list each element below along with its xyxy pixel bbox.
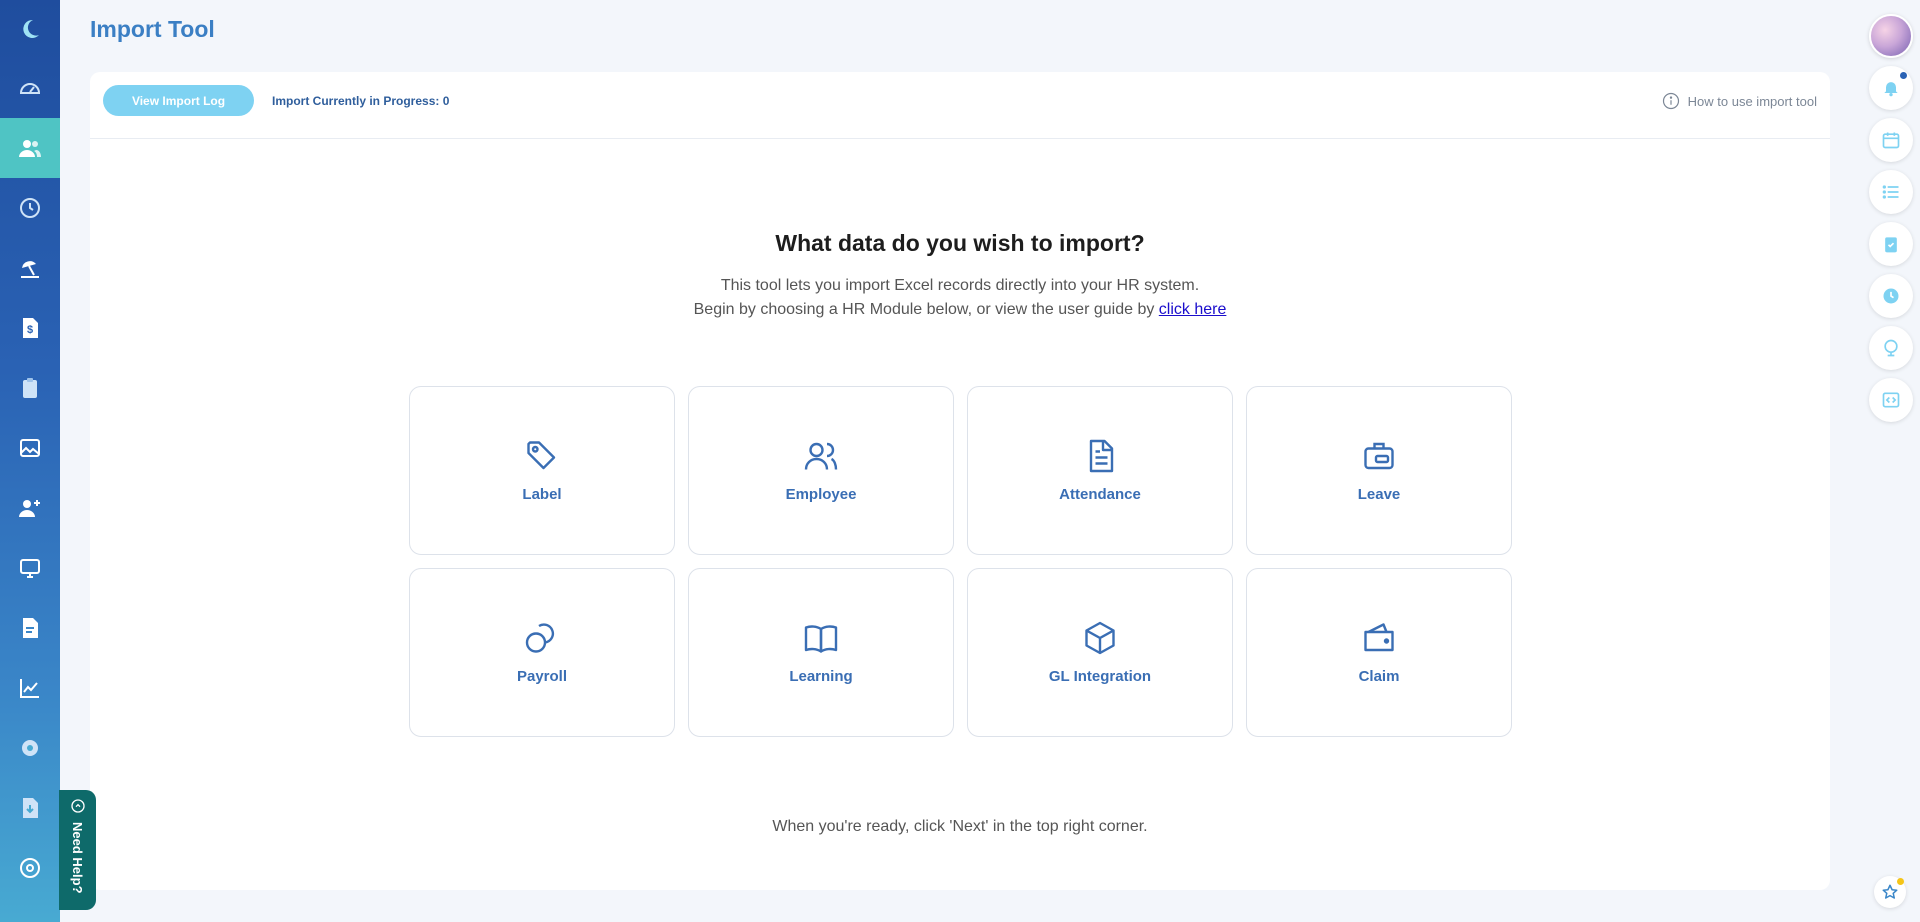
need-help-label: Need Help? [70,822,85,894]
how-to-use-link[interactable]: How to use import tool [1662,92,1817,110]
chat-icon [70,799,85,813]
description-line-2: Begin by choosing a HR Module below, or … [90,298,1830,322]
users-icon [804,442,838,470]
sidebar-item-import[interactable] [0,778,60,838]
module-label: Leave [1357,486,1401,503]
file-icon [23,618,38,638]
sidebar-item-account[interactable] [0,838,60,898]
module-label: GL Integration [1048,668,1152,685]
description-line-1: This tool lets you import Excel records … [720,277,1200,294]
notification-badge [1900,72,1907,79]
timesheet-button[interactable] [1869,274,1913,318]
need-help-tab[interactable]: Need Help? [59,790,96,910]
sidebar-item-payroll[interactable]: $ [0,298,60,358]
module-tile-attendance[interactable]: Attendance [967,386,1233,555]
speedometer-icon [19,83,41,94]
list-icon [1882,185,1899,199]
module-tile-label[interactable]: Label [409,386,675,555]
sidebar-item-dashboard[interactable] [0,58,60,118]
info-icon [1662,92,1679,110]
document-icon [1089,439,1114,473]
sidebar-item-documents[interactable] [0,598,60,658]
calendar-button[interactable] [1869,118,1913,162]
tag-icon [527,441,556,470]
module-tile-claim[interactable]: Claim [1246,568,1512,737]
code-button[interactable] [1869,378,1913,422]
favorites-button[interactable] [1874,876,1906,908]
bell-icon [1884,82,1898,97]
calendar-icon [1882,132,1900,149]
module-label: Label [522,486,562,503]
globe-button[interactable] [1869,326,1913,370]
sidebar-item-leave[interactable] [0,238,60,298]
module-tile-gl-integration[interactable]: GL Integration [967,568,1233,737]
main-card: View Import Log Import Currently in Prog… [90,72,1830,890]
module-tile-learning[interactable]: Learning [688,568,954,737]
module-tile-payroll[interactable]: Payroll [409,568,675,737]
toolbar: View Import Log Import Currently in Prog… [90,72,1830,139]
module-label: Attendance [1059,486,1141,503]
logo[interactable] [0,0,60,58]
avatar[interactable] [1869,14,1913,58]
how-to-use-label: How to use import tool [1687,93,1817,109]
import-heading: What data do you wish to import? [775,230,1145,256]
briefcase-icon [1364,442,1394,470]
import-progress-status: Import Currently in Progress: 0 [272,94,450,108]
wallet-icon [1364,623,1394,652]
svg-text:$: $ [27,324,33,336]
tasks-button[interactable] [1869,222,1913,266]
next-instruction: When you're ready, click 'Next' in the t… [772,818,1148,835]
right-rail [1869,14,1913,422]
sidebar-item-training[interactable] [0,538,60,598]
list-button[interactable] [1869,170,1913,214]
sidebar: $ [0,0,60,922]
module-label: Employee [785,486,857,503]
module-grid: Label Employee Attendance Leave Payroll … [409,386,1512,737]
clipboard-check-icon [1885,237,1897,253]
users-icon [19,140,41,157]
sidebar-item-attendance[interactable] [0,178,60,238]
sidebar-item-analytics[interactable] [0,658,60,718]
clock-history-icon [20,198,40,218]
module-tile-employee[interactable]: Employee [688,386,954,555]
star-icon [1882,884,1898,899]
import-description: This tool lets you import Excel records … [90,274,1830,322]
module-tile-leave[interactable]: Leave [1246,386,1512,555]
view-import-log-button[interactable]: View Import Log [103,85,254,116]
favorites-badge [1897,878,1904,885]
clock-icon [1883,288,1899,304]
clipboard-icon [23,378,37,398]
description-line-2-text: Begin by choosing a HR Module below, or … [693,301,1155,318]
beach-icon [21,261,39,278]
code-icon [1882,392,1900,408]
cube-icon [1085,621,1115,655]
moon-icon [23,19,39,38]
dollar-doc-icon: $ [23,318,38,338]
sidebar-item-reports[interactable] [0,418,60,478]
notifications-button[interactable] [1869,66,1913,110]
sidebar-item-recruitment[interactable] [0,478,60,538]
at-icon [20,858,40,878]
sidebar-item-claims[interactable] [0,358,60,418]
sidebar-item-employees[interactable] [0,118,60,178]
module-label: Claim [1358,668,1400,685]
image-icon [20,439,40,457]
gear-icon [22,740,38,756]
globe-icon [1884,339,1898,357]
user-guide-link[interactable]: click here [1159,301,1227,318]
page-title: Import Tool [90,16,215,42]
module-label: Payroll [516,668,568,685]
monitor-icon [20,559,40,578]
user-plus-icon [19,500,40,517]
download-doc-icon [23,798,38,818]
chart-icon [20,679,39,698]
module-label: Learning [789,668,853,685]
sidebar-item-settings[interactable] [0,718,60,778]
book-icon [804,625,838,653]
coins-icon [525,623,555,653]
